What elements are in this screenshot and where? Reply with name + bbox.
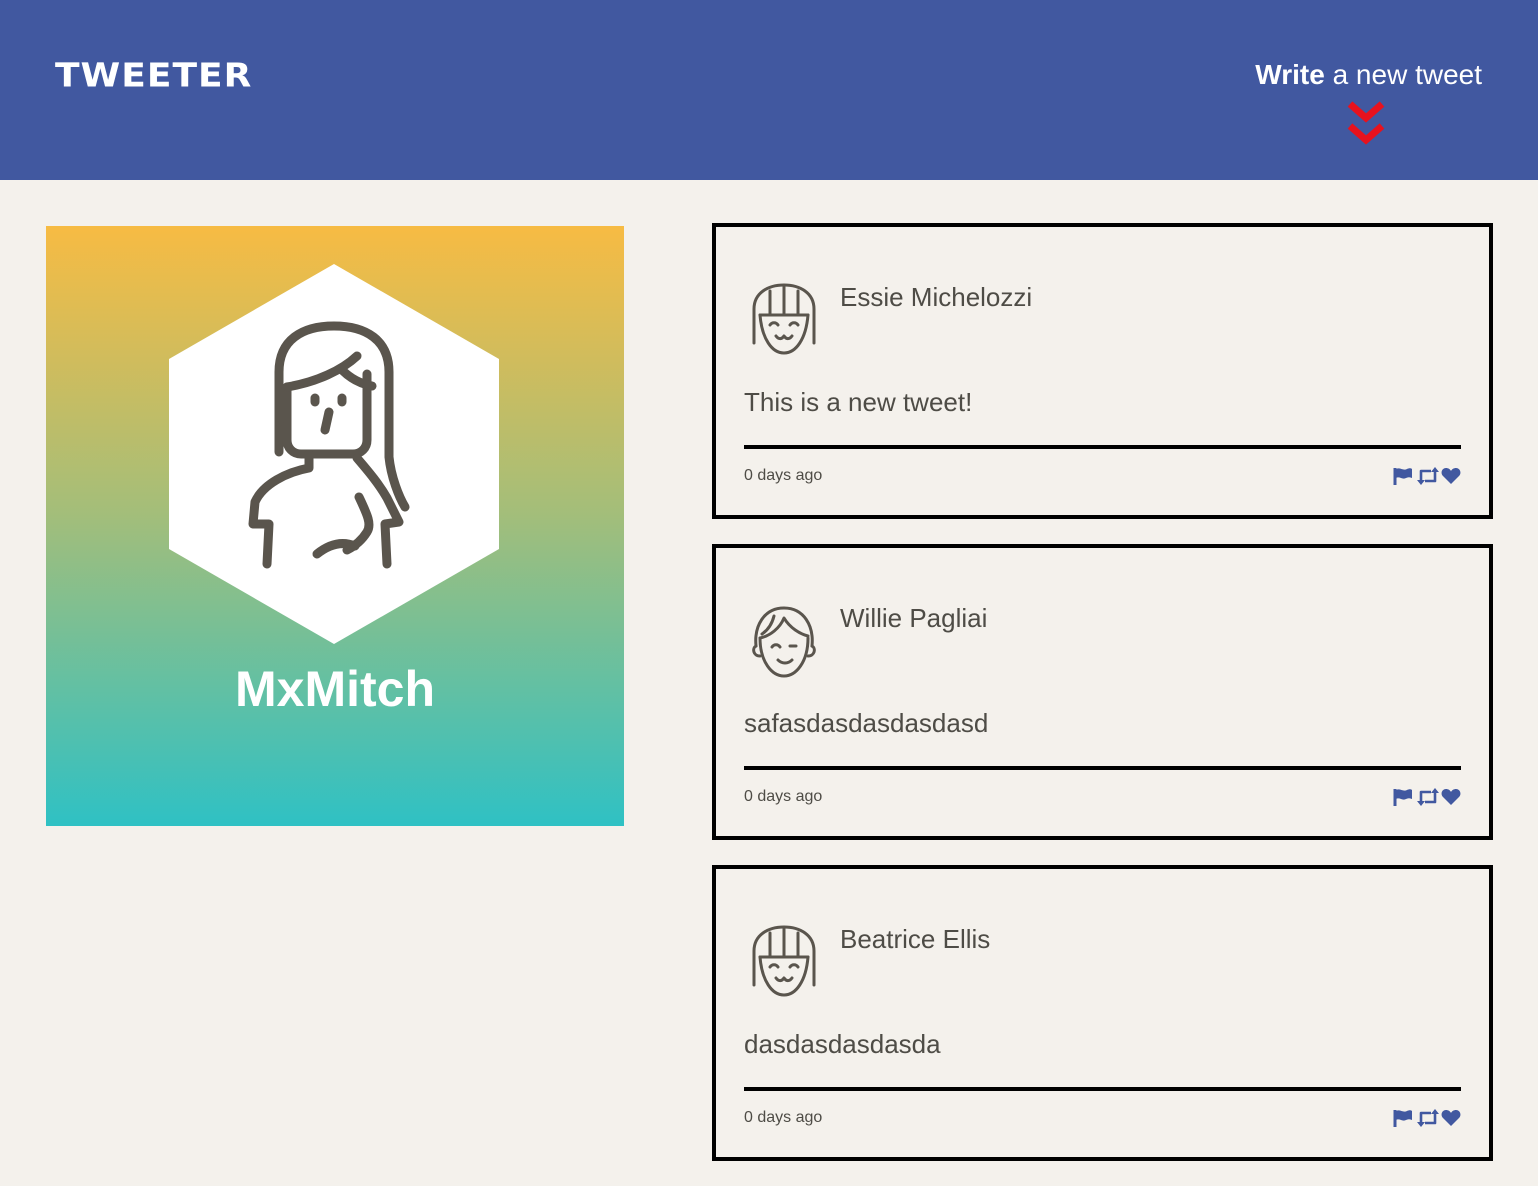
tweet-actions xyxy=(1393,786,1461,808)
tweet-card: Willie Pagliai safasdasdasdasdasd 0 days… xyxy=(712,544,1493,840)
tweet-feed: Essie Michelozzi This is a new tweet! 0 … xyxy=(712,223,1494,1186)
woman-long-hair-avatar-icon xyxy=(167,262,501,646)
profile-username: MxMitch xyxy=(235,661,435,717)
tweet-timestamp: 0 days ago xyxy=(744,788,823,805)
top-nav: TWEETER Write a new tweet xyxy=(0,0,1538,180)
girl-bangs-smiling-avatar-icon xyxy=(748,281,820,359)
tweet-card: Beatrice Ellis dasdasdasdasda 0 days ago xyxy=(712,865,1493,1161)
tweet-author: Willie Pagliai xyxy=(840,603,988,633)
tweet-content: safasdasdasdasdasd xyxy=(744,708,989,738)
girl-bangs-smiling-avatar-icon xyxy=(748,923,820,1001)
profile-card: MxMitch xyxy=(46,226,624,826)
flag-icon[interactable] xyxy=(1393,1108,1413,1128)
tweet-timestamp: 0 days ago xyxy=(744,467,823,484)
boy-winking-avatar-icon xyxy=(748,602,820,680)
retweet-icon[interactable] xyxy=(1417,466,1439,486)
tweet-card: Essie Michelozzi This is a new tweet! 0 … xyxy=(712,223,1493,519)
tweet-actions xyxy=(1393,1107,1461,1129)
flag-icon[interactable] xyxy=(1393,787,1413,807)
tweet-content: dasdasdasdasda xyxy=(744,1029,941,1059)
tweet-author: Essie Michelozzi xyxy=(840,282,1033,312)
retweet-icon[interactable] xyxy=(1417,787,1439,807)
flag-icon[interactable] xyxy=(1393,466,1413,486)
compose-label-bold: Write xyxy=(1255,59,1325,90)
tweet-content: This is a new tweet! xyxy=(744,387,973,417)
tweet-divider xyxy=(744,1087,1461,1091)
tweet-divider xyxy=(744,445,1461,449)
retweet-icon[interactable] xyxy=(1417,1108,1439,1128)
heart-icon[interactable] xyxy=(1441,787,1461,807)
heart-icon[interactable] xyxy=(1441,466,1461,486)
brand-logo[interactable]: TWEETER xyxy=(55,56,252,96)
tweet-author: Beatrice Ellis xyxy=(840,924,991,954)
heart-icon[interactable] xyxy=(1441,1108,1461,1128)
tweet-divider xyxy=(744,766,1461,770)
compose-toggle[interactable]: Write a new tweet xyxy=(1255,58,1482,92)
tweet-timestamp: 0 days ago xyxy=(744,1109,823,1126)
double-chevron-down-icon[interactable] xyxy=(1344,100,1388,148)
compose-label-rest: a new tweet xyxy=(1324,59,1482,90)
tweet-actions xyxy=(1393,465,1461,487)
